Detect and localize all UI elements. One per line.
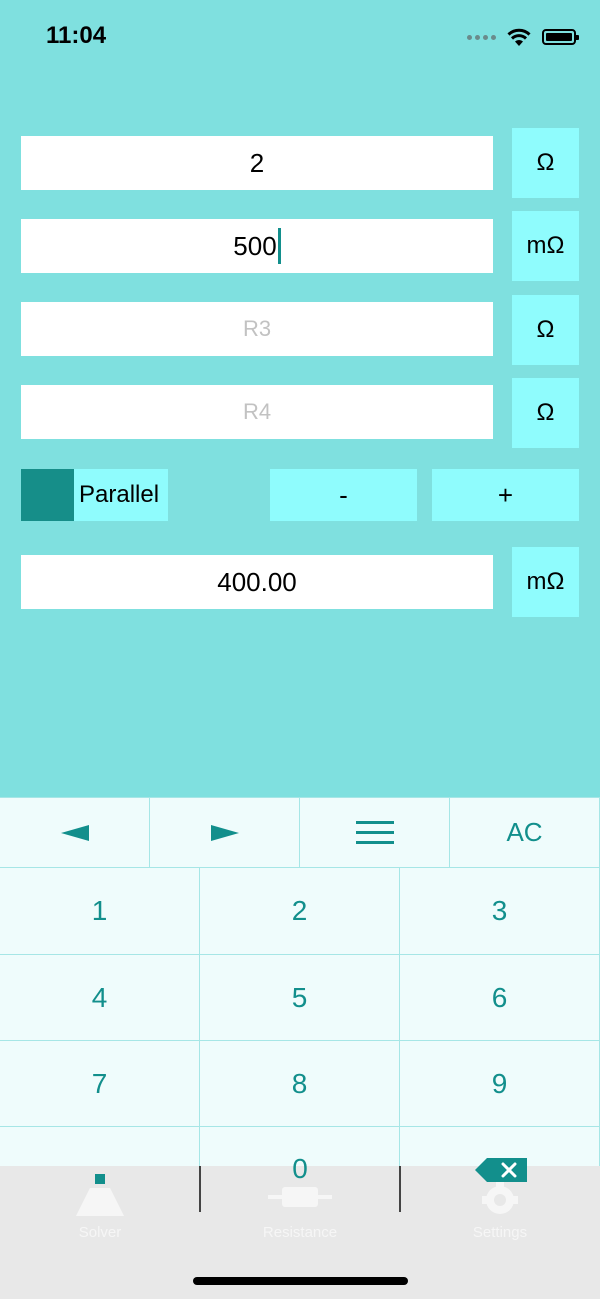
mode-label: Parallel <box>74 469 168 521</box>
clear-key[interactable]: AC <box>450 798 600 868</box>
tab-settings-label: Settings <box>472 1224 528 1241</box>
cursor-left-key[interactable] <box>0 798 150 868</box>
remove-resistor-button[interactable]: - <box>270 469 417 521</box>
digit-8-key[interactable]: 8 <box>200 1041 400 1127</box>
digit-5-key[interactable]: 5 <box>200 955 400 1041</box>
wifi-icon <box>507 28 531 46</box>
resistor-3-placeholder: R3 <box>242 316 272 341</box>
result-unit-button[interactable]: mΩ <box>512 547 579 617</box>
cursor-right-key[interactable] <box>150 798 300 868</box>
digit-4-key[interactable]: 4 <box>0 955 200 1041</box>
right-arrow-icon <box>210 824 239 841</box>
digit-0-key[interactable]: 0 <box>200 1146 400 1192</box>
text-caret <box>277 228 281 264</box>
tab-solver[interactable]: Solver <box>0 1166 200 1256</box>
menu-key[interactable] <box>300 798 450 868</box>
left-arrow-icon <box>60 824 89 841</box>
numeric-keyboard: AC 1 2 3 4 5 6 7 8 9 <box>0 797 600 1167</box>
resistor-2-value: 500 <box>233 230 277 261</box>
backspace-icon[interactable] <box>475 1158 527 1182</box>
digit-2-key[interactable]: 2 <box>200 868 400 955</box>
blank-key <box>0 1127 200 1167</box>
parallel-mode-toggle[interactable]: Parallel <box>21 469 168 521</box>
add-resistor-button[interactable]: + <box>432 469 579 521</box>
digit-9-key[interactable]: 9 <box>400 1041 600 1127</box>
status-icons <box>467 26 579 48</box>
resistor-1-unit-button[interactable]: Ω <box>512 128 579 198</box>
mode-swatch <box>21 469 74 521</box>
resistor-3-unit-button[interactable]: Ω <box>512 295 579 365</box>
tab-resistance-label: Resistance <box>262 1224 338 1241</box>
signal-icon <box>467 34 496 40</box>
digit-3-key[interactable]: 3 <box>400 868 600 955</box>
home-indicator[interactable] <box>193 1277 408 1285</box>
battery-icon <box>542 29 579 45</box>
result-field: 400.00 <box>21 555 493 609</box>
resistor-1-field[interactable]: 2 <box>21 136 493 190</box>
solver-icon <box>76 1174 124 1216</box>
tab-solver-label: Solver <box>78 1224 122 1241</box>
resistor-4-placeholder: R4 <box>242 399 272 424</box>
resistor-4-field[interactable]: R4 <box>21 385 493 439</box>
gear-icon <box>482 1180 518 1214</box>
resistor-4-unit-button[interactable]: Ω <box>512 378 579 448</box>
digit-7-key[interactable]: 7 <box>0 1041 200 1127</box>
resistor-2-unit-button[interactable]: mΩ <box>512 211 579 281</box>
resistor-2-field[interactable]: 500 <box>21 219 493 273</box>
status-bar: 11:04 <box>0 0 600 80</box>
digit-6-key[interactable]: 6 <box>400 955 600 1041</box>
status-time: 11:04 <box>46 22 107 49</box>
resistor-1-value: 2 <box>249 147 265 178</box>
digit-1-key[interactable]: 1 <box>0 868 200 955</box>
resistor-3-field[interactable]: R3 <box>21 302 493 356</box>
menu-icon <box>355 821 394 844</box>
result-value: 400.00 <box>217 566 297 597</box>
